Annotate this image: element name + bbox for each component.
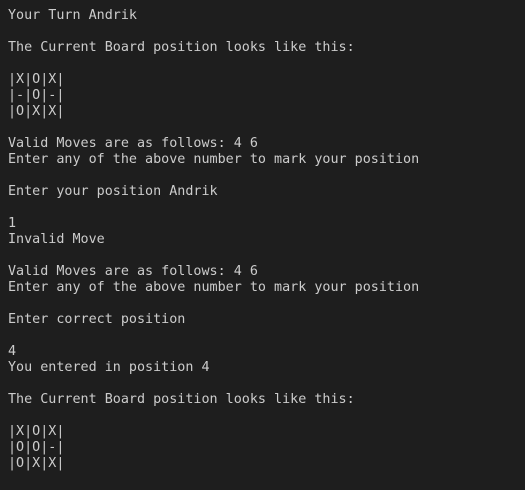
board-row: |O|X|X| bbox=[8, 456, 65, 471]
user-input-line: 4 bbox=[8, 344, 17, 359]
terminal-line: Invalid Move bbox=[8, 232, 105, 247]
board-row: |O|O|-| bbox=[8, 440, 65, 455]
board-row: |X|O|X| bbox=[8, 424, 65, 439]
terminal-line: Enter any of the above number to mark yo… bbox=[8, 152, 420, 167]
board-row: |O|X|X| bbox=[8, 104, 65, 119]
terminal-line: The Current Board position looks like th… bbox=[8, 40, 355, 55]
terminal-line: Enter any of the above number to mark yo… bbox=[8, 280, 420, 295]
user-input-line: 1 bbox=[8, 216, 17, 231]
board-row: |X|O|X| bbox=[8, 72, 65, 87]
terminal-output[interactable]: Your Turn Andrik The Current Board posit… bbox=[0, 0, 525, 490]
terminal-line: The Current Board position looks like th… bbox=[8, 392, 355, 407]
terminal-line: Valid Moves are as follows: 4 6 bbox=[8, 264, 258, 279]
terminal-line: Enter your position Andrik bbox=[8, 184, 218, 199]
board-row: |-|O|-| bbox=[8, 88, 65, 103]
terminal-line: You entered in position 4 bbox=[8, 360, 210, 375]
terminal-line: Your Turn Andrik bbox=[8, 8, 137, 23]
terminal-line: Valid Moves are as follows: 4 6 bbox=[8, 136, 258, 151]
terminal-line: Enter correct position bbox=[8, 312, 186, 327]
